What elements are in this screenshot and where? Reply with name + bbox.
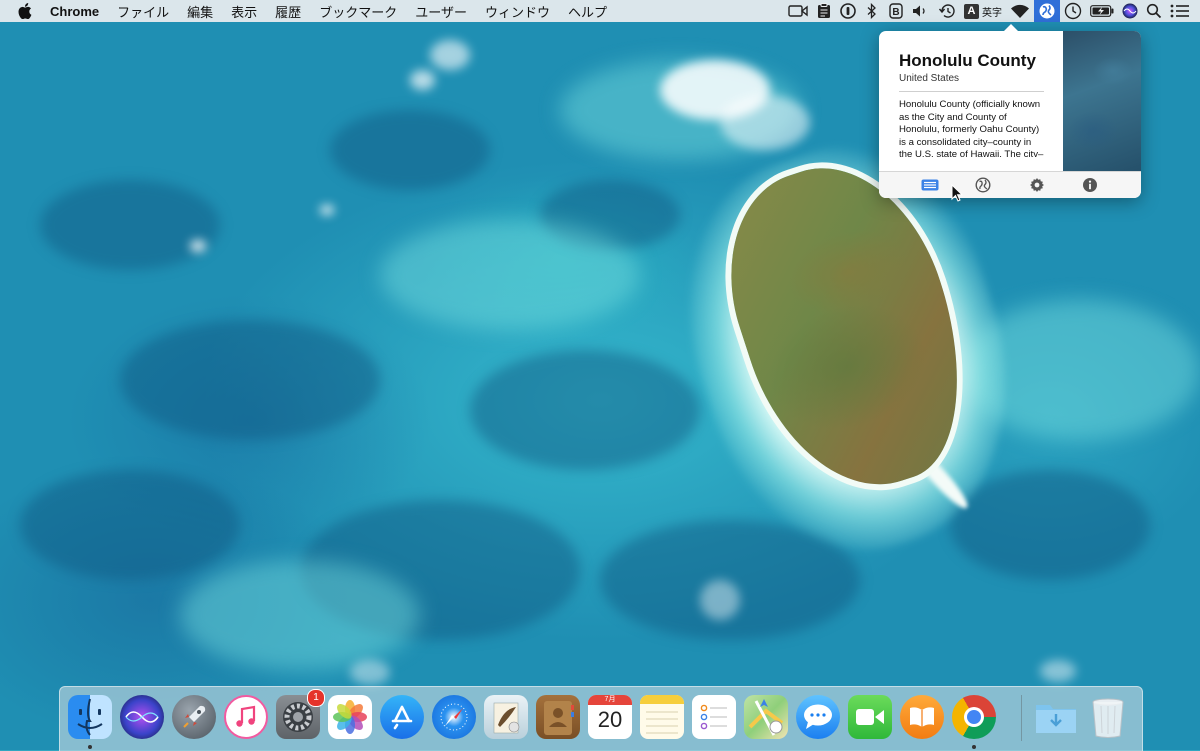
dock-chrome-icon[interactable] bbox=[952, 695, 996, 739]
place-description[interactable]: Honolulu County (officially known as the… bbox=[899, 99, 1044, 157]
clipboard-icon[interactable] bbox=[812, 0, 836, 22]
menu-view[interactable]: 表示 bbox=[222, 2, 266, 21]
dock-launchpad-icon[interactable] bbox=[172, 695, 216, 739]
dock-reminders-icon[interactable] bbox=[692, 695, 736, 739]
calendar-day: 20 bbox=[597, 707, 623, 732]
dock-downloads-folder-icon[interactable] bbox=[1034, 695, 1078, 739]
siri-icon[interactable] bbox=[1118, 0, 1142, 22]
menu-app-name[interactable]: Chrome bbox=[46, 4, 108, 19]
chrome-running-indicator bbox=[972, 745, 976, 749]
menu-people[interactable]: ユーザー bbox=[406, 2, 476, 21]
popover-toolbar bbox=[879, 171, 1141, 198]
popover-divider bbox=[899, 91, 1044, 92]
apple-logo-icon[interactable] bbox=[16, 2, 34, 20]
popover-arrow bbox=[1003, 24, 1019, 32]
dock-contacts-icon[interactable] bbox=[536, 695, 580, 739]
wifi-icon[interactable] bbox=[1006, 0, 1034, 22]
dock-calendar-icon[interactable]: 7月 20 bbox=[588, 695, 632, 739]
location-popover: Honolulu County United States Honolulu C… bbox=[879, 31, 1141, 198]
gear-icon[interactable] bbox=[1027, 175, 1047, 195]
system-preferences-badge: 1 bbox=[307, 689, 325, 707]
globe-icon[interactable] bbox=[973, 175, 993, 195]
dock-separator bbox=[1021, 695, 1022, 741]
popover-content: Honolulu County United States Honolulu C… bbox=[879, 31, 1062, 171]
dock-facetime-icon[interactable] bbox=[848, 695, 892, 739]
notification-center-icon[interactable] bbox=[1166, 0, 1194, 22]
input-source-label: 英字 bbox=[982, 7, 1002, 19]
svg-text:B: B bbox=[892, 7, 899, 18]
place-title: Honolulu County bbox=[899, 51, 1036, 70]
input-source-icon[interactable]: A 英字 bbox=[960, 0, 1006, 22]
dock-safari-icon[interactable] bbox=[432, 695, 476, 739]
dock-itunes-icon[interactable] bbox=[224, 695, 268, 739]
dock-mail-icon[interactable] bbox=[484, 695, 528, 739]
1password-icon[interactable] bbox=[836, 0, 860, 22]
finder-running-indicator bbox=[88, 745, 92, 749]
status-menu-area: B A 英字 bbox=[784, 0, 1194, 22]
clock-icon[interactable] bbox=[1060, 0, 1086, 22]
dock-photos-icon[interactable] bbox=[328, 695, 372, 739]
dock-ibooks-icon[interactable] bbox=[900, 695, 944, 739]
menu-bar: Chrome ファイル 編集 表示 履歴 ブックマーク ユーザー ウィンドウ ヘ… bbox=[0, 0, 1200, 22]
place-thumbnail bbox=[1063, 31, 1141, 171]
menu-edit[interactable]: 編集 bbox=[178, 2, 222, 21]
menu-bookmarks[interactable]: ブックマーク bbox=[310, 2, 406, 21]
globe-location-icon[interactable] bbox=[1034, 0, 1060, 22]
dock-app-store-icon[interactable] bbox=[380, 695, 424, 739]
input-source-letter: A bbox=[964, 3, 979, 19]
calendar-month: 7月 bbox=[588, 695, 632, 705]
bluetooth-icon[interactable] bbox=[860, 0, 884, 22]
facetime-camera-icon[interactable] bbox=[784, 0, 812, 22]
place-country: United States bbox=[899, 73, 960, 84]
dock-finder-icon[interactable] bbox=[68, 695, 112, 739]
spotlight-search-icon[interactable] bbox=[1142, 0, 1166, 22]
menu-file[interactable]: ファイル bbox=[108, 2, 178, 21]
time-machine-icon[interactable] bbox=[934, 0, 960, 22]
dock: 1 7月 20 bbox=[59, 686, 1143, 751]
volume-icon[interactable] bbox=[908, 0, 934, 22]
dock-messages-icon[interactable] bbox=[796, 695, 840, 739]
bartender-icon[interactable]: B bbox=[884, 0, 908, 22]
battery-icon[interactable] bbox=[1086, 0, 1118, 22]
menu-history[interactable]: 履歴 bbox=[266, 2, 310, 21]
dock-notes-icon[interactable] bbox=[640, 695, 684, 739]
menu-window[interactable]: ウィンドウ bbox=[476, 2, 559, 21]
dock-system-preferences-icon[interactable]: 1 bbox=[276, 689, 325, 739]
dock-trash-icon[interactable] bbox=[1086, 695, 1130, 739]
info-icon[interactable] bbox=[1080, 175, 1100, 195]
mouse-cursor-icon bbox=[951, 184, 963, 202]
dock-siri-icon[interactable] bbox=[120, 695, 164, 739]
dock-maps-icon[interactable] bbox=[744, 695, 788, 739]
menu-help[interactable]: ヘルプ bbox=[559, 2, 616, 21]
list-icon[interactable] bbox=[920, 175, 940, 195]
